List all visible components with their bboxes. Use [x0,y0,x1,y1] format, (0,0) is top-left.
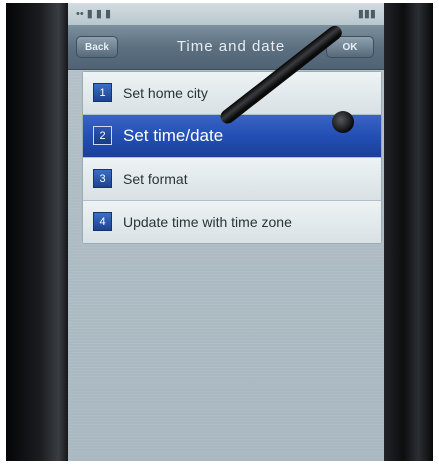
battery-icon: ▮▮▮ [357,8,376,20]
device-bezel-right [384,3,433,461]
phone-screen: •• ▮ ▮ ▮ ▮▮▮ Back Time and date OK 1 Set… [68,3,384,461]
number-2-icon: 2 [93,126,112,145]
back-button[interactable]: Back [76,36,118,58]
device-photo: •• ▮ ▮ ▮ ▮▮▮ Back Time and date OK 1 Set… [6,3,433,461]
device-bezel-left [6,3,68,461]
menu-item-update-time-zone[interactable]: 4 Update time with time zone [83,201,381,243]
settings-menu: 1 Set home city 2 Set time/date 3 Set fo… [82,71,382,244]
number-3-icon: 3 [93,169,112,188]
status-bar: •• ▮ ▮ ▮ ▮▮▮ [68,3,384,25]
page-title: Time and date [176,38,286,55]
menu-item-set-format[interactable]: 3 Set format [83,158,381,201]
stylus-tip [332,111,354,133]
menu-item-label: Set home city [123,85,208,101]
menu-item-label: Update time with time zone [123,214,292,230]
number-4-icon: 4 [93,212,112,231]
number-1-icon: 1 [93,83,112,102]
menu-item-label: Set format [123,171,188,187]
status-indicators: •• ▮ ▮ ▮ [76,8,112,20]
menu-item-label: Set time/date [123,126,224,145]
